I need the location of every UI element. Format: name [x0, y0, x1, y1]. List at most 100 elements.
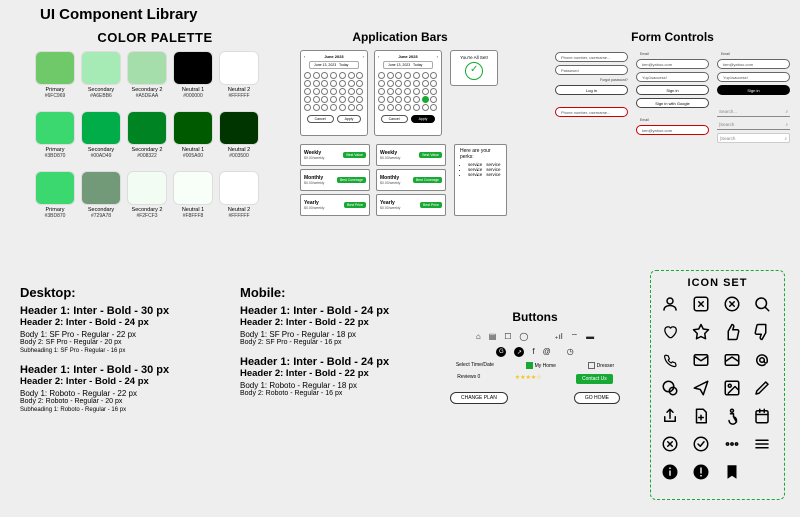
calendar-day[interactable]: [430, 96, 437, 103]
calendar-day[interactable]: [378, 96, 385, 103]
calendar-day[interactable]: [348, 80, 355, 87]
calendar-day[interactable]: [404, 104, 411, 111]
calendar-day[interactable]: [387, 96, 394, 103]
calendar-day[interactable]: [339, 72, 346, 79]
calendar-day[interactable]: [339, 80, 346, 87]
calendar-day[interactable]: [321, 104, 328, 111]
calendar-day[interactable]: [339, 104, 346, 111]
price-card[interactable]: Yearly$0.00/weeklyBest Price: [376, 194, 446, 216]
calendar-day[interactable]: [430, 72, 437, 79]
search-input[interactable]: Search...⌕: [717, 107, 790, 117]
calendar-day[interactable]: [330, 72, 337, 79]
calendar-day[interactable]: [413, 80, 420, 87]
apply-button[interactable]: Apply: [337, 115, 362, 123]
email-input[interactable]: ken@yahoo.com: [717, 59, 790, 69]
calendar-day[interactable]: [404, 72, 411, 79]
calendar-card[interactable]: ‹June 2023› June 13, 2023 Today CancelAp…: [300, 50, 368, 136]
calendar-day[interactable]: [330, 96, 337, 103]
phone-input-error[interactable]: Phone number, username...: [555, 107, 628, 117]
calendar-day[interactable]: [422, 80, 429, 87]
star-rating[interactable]: ★★★★☆: [515, 374, 542, 384]
calendar-day[interactable]: [330, 80, 337, 87]
calendar-day[interactable]: [387, 80, 394, 87]
calendar-day[interactable]: [304, 104, 311, 111]
cancel-button[interactable]: Cancel: [307, 115, 334, 123]
calendar-icon[interactable]: ▤: [489, 332, 497, 342]
calendar-day[interactable]: [304, 96, 311, 103]
gift-icon[interactable]: ☐: [504, 332, 511, 342]
calendar-day[interactable]: [430, 80, 437, 87]
calendar-day[interactable]: [404, 96, 411, 103]
search-input[interactable]: |Search⌕: [717, 120, 790, 130]
calendar-day[interactable]: [356, 104, 363, 111]
contact-button[interactable]: Contact Us: [576, 374, 613, 384]
calendar-day[interactable]: [430, 88, 437, 95]
email-input[interactable]: ken@yahoo.com: [636, 59, 709, 69]
calendar-day[interactable]: [422, 96, 429, 103]
calendar-day[interactable]: [313, 96, 320, 103]
calendar-day[interactable]: [356, 88, 363, 95]
calendar-day[interactable]: [413, 88, 420, 95]
calendar-day[interactable]: [304, 72, 311, 79]
calendar-day[interactable]: [378, 88, 385, 95]
signin-button[interactable]: Sign in: [636, 85, 709, 95]
forgot-password-link[interactable]: Forgot password?: [555, 78, 628, 82]
calendar-day[interactable]: [321, 88, 328, 95]
change-plan-button[interactable]: CHANGE PLAN: [450, 392, 508, 404]
cancel-button[interactable]: Cancel: [381, 115, 408, 123]
price-card[interactable]: Weekly$0.00/weeklyBest Value: [376, 144, 446, 166]
calendar-day[interactable]: [413, 104, 420, 111]
clock-icon[interactable]: ◷: [567, 347, 574, 357]
calendar-day[interactable]: [330, 104, 337, 111]
calendar-day[interactable]: [348, 72, 355, 79]
calendar-day[interactable]: [395, 80, 402, 87]
search-input[interactable]: |Search⌕: [717, 133, 790, 143]
calendar-day[interactable]: [321, 80, 328, 87]
facebook-icon[interactable]: f: [532, 347, 534, 357]
price-card[interactable]: Monthly$0.00/weeklyBest Coverage: [300, 169, 370, 191]
select-time-button[interactable]: Select Time/Date: [456, 362, 494, 369]
price-card[interactable]: Monthly$0.00/weeklyBest Coverage: [376, 169, 446, 191]
calendar-day[interactable]: [321, 96, 328, 103]
calendar-day[interactable]: [356, 96, 363, 103]
calendar-day[interactable]: [387, 72, 394, 79]
social-icon[interactable]: G: [496, 347, 506, 357]
calendar-day[interactable]: [304, 80, 311, 87]
calendar-day[interactable]: [387, 88, 394, 95]
go-home-button[interactable]: GO HOME: [574, 392, 620, 404]
email-input-error[interactable]: ken@yahoo.com: [636, 125, 709, 135]
calendar-card[interactable]: ‹June 2023› June 13, 2023 Today CancelAp…: [374, 50, 442, 136]
calendar-day[interactable]: [348, 88, 355, 95]
phone-input[interactable]: Phone number, username...: [555, 52, 628, 62]
google-signin-button[interactable]: Sign in with Google: [636, 98, 709, 108]
social-icon[interactable]: ↗: [514, 347, 524, 357]
calendar-day[interactable]: [330, 88, 337, 95]
calendar-day[interactable]: [378, 80, 385, 87]
login-button[interactable]: Log in: [555, 85, 628, 95]
user-icon[interactable]: ◯: [519, 332, 528, 342]
calendar-day[interactable]: [395, 96, 402, 103]
calendar-day[interactable]: [430, 104, 437, 111]
calendar-day[interactable]: [404, 80, 411, 87]
calendar-day[interactable]: [313, 88, 320, 95]
calendar-day[interactable]: [395, 72, 402, 79]
calendar-day[interactable]: [387, 104, 394, 111]
calendar-day[interactable]: [356, 72, 363, 79]
calendar-day[interactable]: [313, 104, 320, 111]
password-input[interactable]: Password: [555, 65, 628, 75]
date-input[interactable]: June 13, 2023 Today: [383, 61, 433, 69]
price-card[interactable]: Yearly$0.00/weeklyBest Price: [300, 194, 370, 216]
calendar-day[interactable]: [348, 104, 355, 111]
calendar-day[interactable]: [348, 96, 355, 103]
password-input[interactable]: Yup1saccess!: [636, 72, 709, 82]
calendar-day[interactable]: [378, 72, 385, 79]
calendar-day[interactable]: [395, 104, 402, 111]
calendar-day[interactable]: [422, 72, 429, 79]
calendar-day[interactable]: [395, 88, 402, 95]
date-input[interactable]: June 13, 2023 Today: [309, 61, 359, 69]
calendar-day[interactable]: [356, 80, 363, 87]
calendar-day[interactable]: [321, 72, 328, 79]
home-icon[interactable]: ⌂: [476, 332, 481, 342]
calendar-day[interactable]: [413, 72, 420, 79]
calendar-day[interactable]: [378, 104, 385, 111]
